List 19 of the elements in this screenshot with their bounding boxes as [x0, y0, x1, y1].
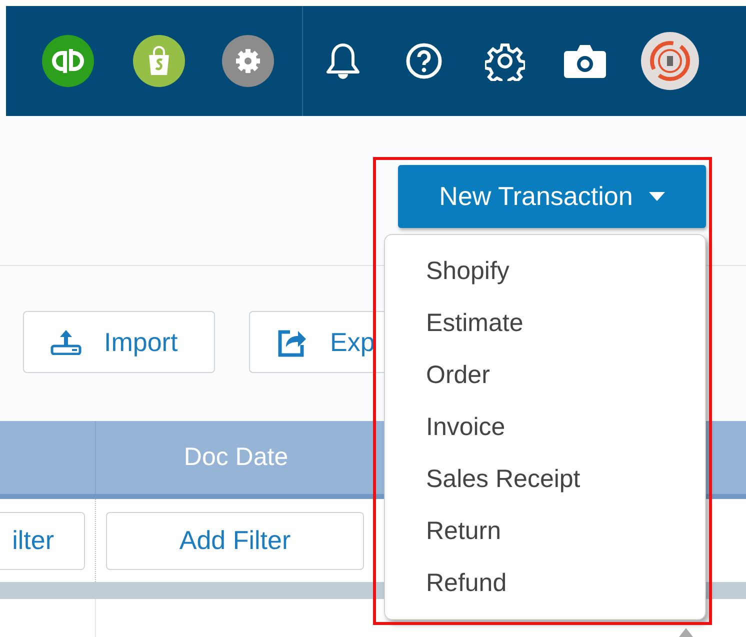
settings-icon[interactable] [485, 41, 525, 81]
quickbooks-logo-icon[interactable] [42, 35, 94, 87]
menu-item[interactable]: Shopify [385, 253, 705, 305]
notification-bell-icon[interactable] [325, 42, 361, 80]
caret-icon [648, 192, 665, 201]
shopping-bag-icon[interactable] [133, 35, 185, 87]
menu-item[interactable]: Return [385, 513, 705, 565]
upload-icon [50, 329, 82, 355]
import-button[interactable]: Import [23, 311, 215, 373]
menu-item[interactable]: Sales Receipt [385, 461, 705, 513]
avatar-icon[interactable] [641, 32, 699, 90]
help-icon[interactable] [405, 42, 443, 80]
new-transaction-button[interactable]: New Transaction [398, 165, 706, 228]
gear-icon[interactable] [222, 35, 274, 87]
camera-icon[interactable] [563, 43, 607, 79]
menu-item[interactable]: Invoice [385, 409, 705, 461]
add-filter-button[interactable]: ilter [0, 512, 85, 570]
add-filter-button[interactable]: Add Filter [106, 512, 364, 570]
menu-item[interactable]: Refund [385, 565, 705, 617]
